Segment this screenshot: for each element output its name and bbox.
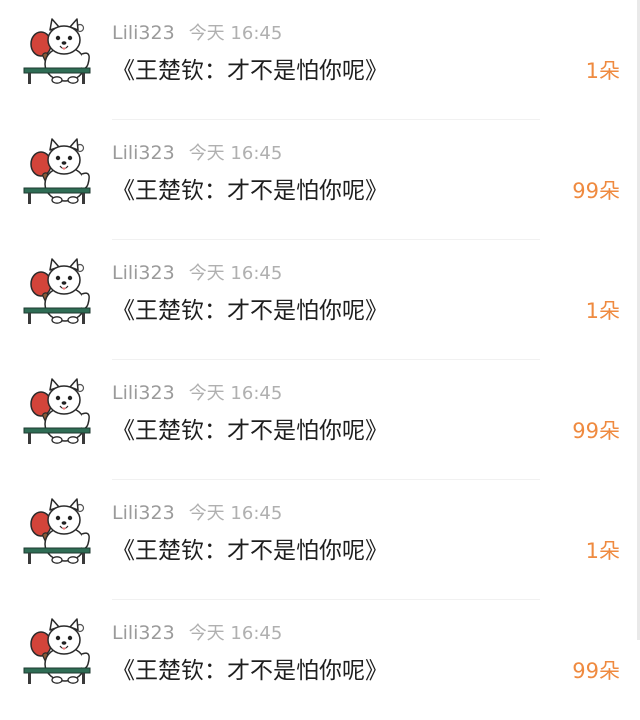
message-title: 《王楚钦：才不是怕你呢》: [112, 58, 388, 84]
username[interactable]: Lili323: [112, 142, 175, 164]
list-item[interactable]: Lili323 今天 16:45 《王楚钦：才不是怕你呢》 1朵: [0, 240, 640, 360]
message-title: 《王楚钦：才不是怕你呢》: [112, 418, 388, 444]
message-title: 《王楚钦：才不是怕你呢》: [112, 178, 388, 204]
timestamp: 今天 16:45: [188, 623, 283, 644]
timestamp: 今天 16:45: [188, 143, 283, 164]
message-meta: Lili323 今天 16:45: [112, 500, 282, 526]
samoyed-table-tennis-icon[interactable]: [22, 134, 94, 206]
message-title: 《王楚钦：才不是怕你呢》: [112, 538, 388, 564]
message-meta: Lili323 今天 16:45: [112, 20, 282, 46]
samoyed-table-tennis-icon[interactable]: [22, 614, 94, 686]
message-list: Lili323 今天 16:45 《王楚钦：才不是怕你呢》 1朵 Lili323 今…: [0, 0, 640, 720]
gift-count: 99朵: [572, 659, 620, 683]
samoyed-table-tennis-icon[interactable]: [22, 254, 94, 326]
timestamp: 今天 16:45: [188, 503, 283, 524]
message-meta: Lili323 今天 16:45: [112, 260, 282, 286]
samoyed-table-tennis-icon[interactable]: [22, 14, 94, 86]
list-item[interactable]: Lili323 今天 16:45 《王楚钦：才不是怕你呢》 1朵: [0, 0, 640, 120]
message-meta: Lili323 今天 16:45: [112, 380, 282, 406]
samoyed-table-tennis-icon[interactable]: [22, 494, 94, 566]
gift-count: 99朵: [572, 419, 620, 443]
gift-count: 99朵: [572, 179, 620, 203]
message-title: 《王楚钦：才不是怕你呢》: [112, 298, 388, 324]
username[interactable]: Lili323: [112, 22, 175, 44]
list-item[interactable]: Lili323 今天 16:45 《王楚钦：才不是怕你呢》 99朵: [0, 120, 640, 240]
message-meta: Lili323 今天 16:45: [112, 140, 282, 166]
list-item[interactable]: Lili323 今天 16:45 《王楚钦：才不是怕你呢》 1朵: [0, 480, 640, 600]
gift-count: 1朵: [585, 299, 620, 323]
list-item[interactable]: Lili323 今天 16:45 《王楚钦：才不是怕你呢》 99朵: [0, 360, 640, 480]
username[interactable]: Lili323: [112, 382, 175, 404]
username[interactable]: Lili323: [112, 502, 175, 524]
timestamp: 今天 16:45: [188, 263, 283, 284]
timestamp: 今天 16:45: [188, 383, 283, 404]
list-item[interactable]: Lili323 今天 16:45 《王楚钦：才不是怕你呢》 99朵: [0, 600, 640, 720]
username[interactable]: Lili323: [112, 622, 175, 644]
message-title: 《王楚钦：才不是怕你呢》: [112, 658, 388, 684]
username[interactable]: Lili323: [112, 262, 175, 284]
samoyed-table-tennis-icon[interactable]: [22, 374, 94, 446]
gift-count: 1朵: [585, 59, 620, 83]
timestamp: 今天 16:45: [188, 23, 283, 44]
gift-count: 1朵: [585, 539, 620, 563]
message-meta: Lili323 今天 16:45: [112, 620, 282, 646]
